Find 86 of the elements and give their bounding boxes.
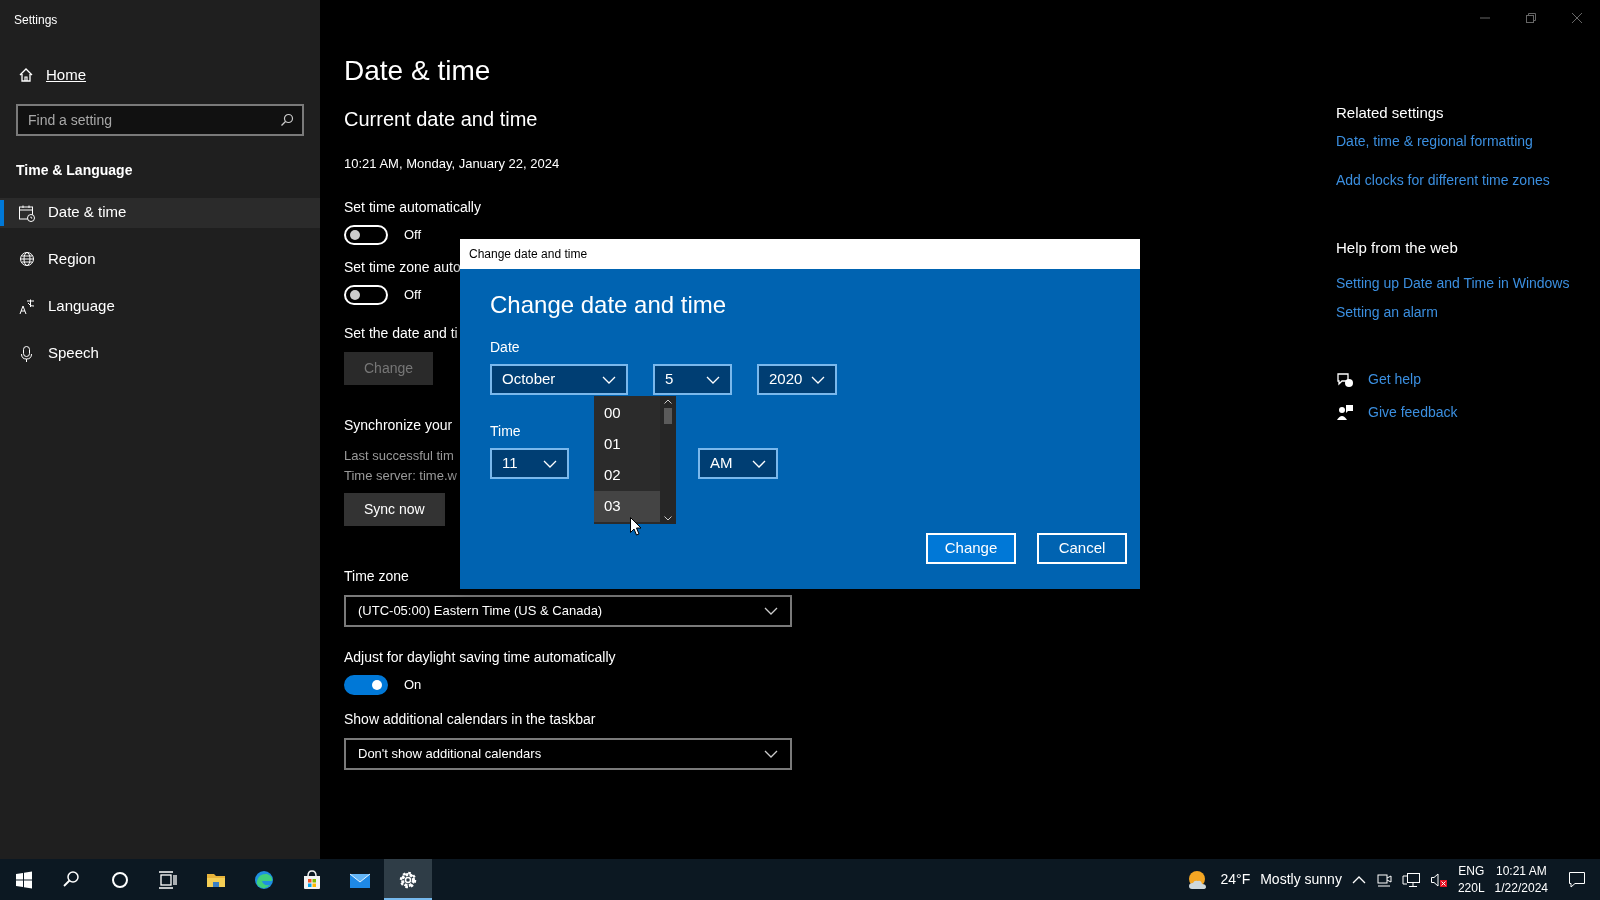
section-heading: Help from the web [1336, 237, 1458, 258]
list-option[interactable]: 03 [594, 491, 660, 522]
camera-icon[interactable] [1375, 871, 1392, 888]
list-option[interactable]: 01 [594, 429, 660, 460]
change-button: Change [344, 352, 434, 386]
setting-label: Set time zone auto [344, 258, 461, 278]
cancel-button[interactable]: Cancel [1037, 533, 1127, 564]
field-label: Date [490, 339, 520, 355]
dropdown[interactable]: 5 [653, 364, 732, 395]
scroll-up-icon[interactable] [664, 399, 672, 404]
list-option[interactable]: 02 [594, 460, 660, 491]
browser-icon[interactable] [253, 868, 275, 891]
clock-date[interactable]: 1/22/2024 [1494, 879, 1548, 897]
chevron-down-icon [602, 375, 616, 384]
dialog-heading: Change date and time [490, 290, 728, 320]
chevron-down-icon [811, 375, 825, 384]
change-button[interactable]: Change [926, 533, 1016, 564]
cursor-icon [630, 517, 642, 536]
setting-label: Synchronize your [344, 416, 453, 436]
link[interactable]: Add clocks for different time zones [1336, 169, 1550, 191]
link[interactable]: Get help [1368, 369, 1421, 390]
clock-time[interactable]: 10:21 AM [1494, 862, 1548, 880]
network-icon[interactable] [1401, 871, 1420, 888]
section-heading: Current date and time [344, 106, 539, 132]
keyboard-layout-text[interactable]: 220L [1457, 879, 1485, 897]
toggle-switch[interactable] [344, 675, 388, 696]
setting-label: Time zone [344, 567, 409, 587]
speaker-muted-icon[interactable] [1429, 871, 1448, 888]
home-link[interactable]: Home [18, 64, 86, 87]
weather-text: Mostly sunny [1260, 870, 1342, 889]
current-date-text: 10:21 AM, Monday, January 22, 2024 [344, 154, 561, 173]
language-text[interactable]: ENG [1457, 862, 1485, 880]
nav-item[interactable]: Date & time [0, 197, 320, 228]
search-box[interactable]: Find a setting [16, 103, 304, 136]
info-text: Last successful tim [344, 447, 454, 466]
task-view-icon[interactable] [157, 868, 179, 891]
window-title: Settings [14, 12, 58, 29]
chevron-down-icon [543, 459, 557, 468]
dropdown[interactable]: (UTC-05:00) Eastern Time (US & Canada) [344, 595, 792, 628]
feedback-icon [1336, 403, 1354, 422]
home-icon [18, 67, 34, 84]
temperature-text: 24°F [1220, 870, 1251, 889]
setting-label: Show additional calendars in the taskbar [344, 710, 596, 730]
nav-item[interactable]: Language [0, 291, 320, 322]
link[interactable]: Date, time & regional formatting [1336, 130, 1533, 152]
info-text: Time server: time.w [344, 466, 457, 485]
scroll-down-icon[interactable] [664, 516, 672, 521]
chevron-up-icon[interactable] [1351, 875, 1366, 884]
dropdown[interactable]: October [490, 364, 628, 395]
chevron-down-icon [706, 375, 720, 384]
calendar-clock-icon [18, 203, 36, 222]
link[interactable]: Setting up Date and Time in Windows [1336, 273, 1570, 294]
page-title: Date & time [344, 54, 492, 88]
link[interactable]: Give feedback [1368, 402, 1458, 423]
nav-item[interactable]: Region [0, 244, 320, 275]
store-icon[interactable] [301, 868, 323, 891]
section-heading: Time & Language [16, 160, 133, 180]
chevron-down-icon [764, 750, 778, 759]
help-chat-icon [1336, 370, 1354, 389]
field-label: Time [490, 423, 521, 439]
restore-icon[interactable] [1526, 13, 1536, 23]
section-heading: Related settings [1336, 103, 1444, 123]
dropdown[interactable]: AM [698, 448, 778, 479]
setting-label: Set the date and ti [344, 324, 458, 344]
toggle-state: Off [404, 226, 422, 245]
toggle-state: Off [404, 286, 422, 305]
close-icon[interactable] [1572, 13, 1582, 23]
dropdown[interactable]: 11 [490, 448, 569, 479]
dialog-title: Change date and time [469, 246, 588, 263]
language-icon [18, 297, 36, 316]
toggle-state: On [404, 676, 422, 695]
chevron-down-icon [764, 607, 778, 616]
search-icon [280, 112, 294, 127]
notification-icon[interactable] [1568, 870, 1586, 889]
link[interactable]: Setting an alarm [1336, 302, 1438, 323]
sync-button[interactable]: Sync now [344, 493, 445, 527]
list-option[interactable]: 00 [594, 398, 660, 429]
search-field[interactable]: Find a setting [26, 106, 280, 133]
globe-icon [18, 250, 36, 269]
chevron-down-icon [752, 459, 766, 468]
setting-label: Adjust for daylight saving time automatically [344, 648, 616, 668]
dropdown[interactable]: 2020 [757, 364, 837, 395]
nav-item[interactable]: Speech [0, 338, 320, 369]
setting-label: Set time automatically [344, 198, 481, 218]
dropdown[interactable]: Don't show additional calendars [344, 738, 792, 771]
scrollbar-thumb[interactable] [664, 408, 672, 424]
